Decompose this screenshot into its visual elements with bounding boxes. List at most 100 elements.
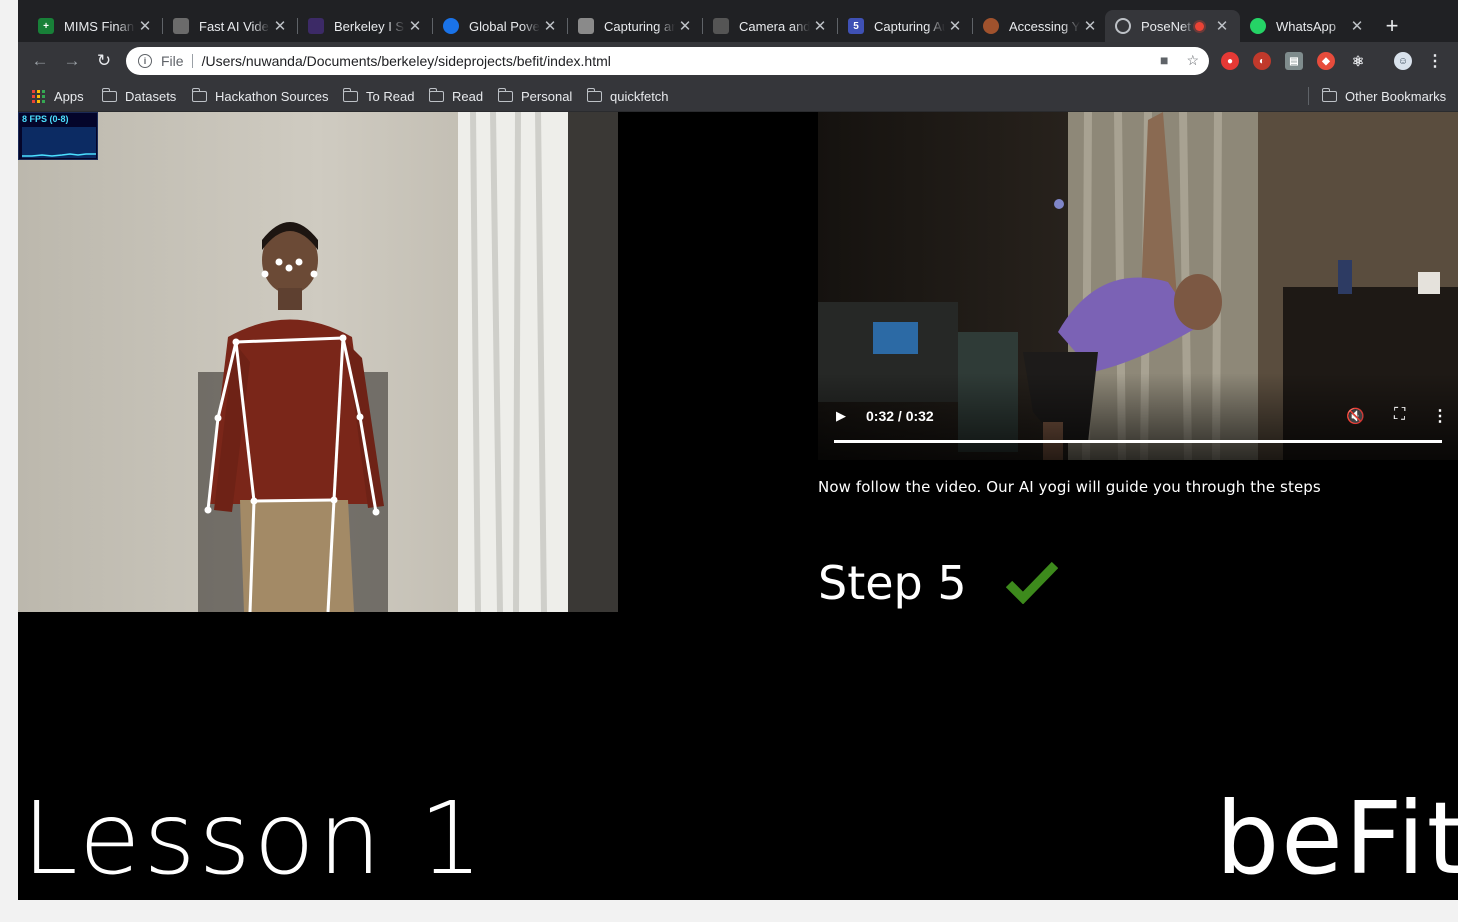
step-label: Step 5 xyxy=(818,556,967,610)
neck xyxy=(278,288,302,310)
folder-icon xyxy=(191,87,207,102)
owl-icon xyxy=(983,18,999,34)
back-arrow-icon[interactable]: ← xyxy=(28,49,52,73)
checkmark-icon xyxy=(1006,561,1058,604)
instruction-text: Now follow the video. Our AI yogi will g… xyxy=(818,478,1321,496)
menu-icon[interactable]: ⋮ xyxy=(1426,52,1444,70)
new-tab-button[interactable]: + xyxy=(1380,13,1404,38)
close-icon[interactable]: ✕ xyxy=(675,16,695,36)
tab-posenet[interactable]: PoseNet ✕ xyxy=(1105,10,1240,42)
camera-icon[interactable]: ■ xyxy=(1160,52,1168,69)
reload-icon[interactable]: ↻ xyxy=(92,49,116,73)
tab-mims-finance[interactable]: + MIMS Financ ✕ xyxy=(28,10,163,42)
bookmark-quickfetch[interactable]: quickfetch xyxy=(586,80,669,112)
trousers xyxy=(240,500,354,612)
info-icon[interactable]: i xyxy=(138,54,152,68)
fps-graph-line xyxy=(22,153,96,157)
folder-icon xyxy=(101,87,117,102)
tab-title: Accessing Y xyxy=(1009,18,1080,34)
tab-title: Capturing Au xyxy=(874,18,945,34)
tab-title: Camera and xyxy=(739,18,810,34)
bookmark-label: Apps xyxy=(54,88,84,104)
bookmark-label: Read xyxy=(452,88,484,104)
avatar[interactable]: ☺ xyxy=(1394,52,1412,70)
close-icon[interactable]: ✕ xyxy=(270,16,290,36)
folder-icon xyxy=(497,87,513,102)
close-icon[interactable]: ✕ xyxy=(1080,16,1100,36)
sheets-icon: + xyxy=(38,18,54,34)
bookmark-label: Other Bookmarks xyxy=(1345,88,1447,104)
close-icon[interactable]: ✕ xyxy=(1347,16,1367,36)
other-bookmarks[interactable]: Other Bookmarks xyxy=(1321,80,1447,112)
browser-window: + MIMS Financ ✕ Fast AI Video ✕ Berkeley… xyxy=(18,0,1458,900)
tab-fast-ai-video[interactable]: Fast AI Video ✕ xyxy=(163,10,298,42)
play-icon[interactable]: ▶ xyxy=(836,408,846,424)
url-scheme: File xyxy=(161,54,193,68)
webcam-scene xyxy=(18,112,618,612)
tab-berkeley[interactable]: Berkeley I Sc ✕ xyxy=(298,10,433,42)
tab-title: Global Pover xyxy=(469,18,540,34)
capture-icon xyxy=(578,18,594,34)
tab-capturing-ar[interactable]: Capturing ar ✕ xyxy=(568,10,703,42)
tab-title: Fast AI Video xyxy=(199,18,270,34)
bookmark-personal[interactable]: Personal xyxy=(497,80,573,112)
extension-icon[interactable]: ◐ xyxy=(1253,52,1271,70)
folder-icon xyxy=(428,87,444,102)
close-icon[interactable]: ✕ xyxy=(135,16,155,36)
bookmark-read[interactable]: Read xyxy=(428,80,484,112)
bookmark-to-read[interactable]: To Read xyxy=(342,80,415,112)
bookmark-hackathon-sources[interactable]: Hackathon Sources xyxy=(191,80,329,112)
fullscreen-icon[interactable]: ⛶ xyxy=(1394,406,1405,424)
tab-global-poverty[interactable]: Global Pover ✕ xyxy=(433,10,568,42)
bookmark-label: quickfetch xyxy=(610,88,669,104)
fps-graph xyxy=(22,127,96,158)
video-controls: ▶ 0:32 / 0:32 🔇 ⛶ ⋮ xyxy=(818,398,1458,460)
close-icon[interactable]: ✕ xyxy=(540,16,560,36)
url-text[interactable]: /Users/nuwanda/Documents/berkeley/sidepr… xyxy=(202,53,611,69)
tab-camera-and[interactable]: Camera and ✕ xyxy=(703,10,838,42)
window-frame xyxy=(568,112,618,612)
star-icon[interactable]: ☆ xyxy=(1186,52,1199,69)
bookmark-label: To Read xyxy=(366,88,415,104)
tab-title: Capturing ar xyxy=(604,18,675,34)
close-icon[interactable]: ✕ xyxy=(405,16,425,36)
page-icon xyxy=(173,18,189,34)
video-progress-bar[interactable] xyxy=(834,440,1442,443)
recording-icon xyxy=(1195,21,1204,31)
browser-toolbar: ← → ↻ i File /Users/nuwanda/Documents/be… xyxy=(18,42,1458,80)
globe-icon xyxy=(443,18,459,34)
tab-accessing[interactable]: Accessing Y ✕ xyxy=(973,10,1108,42)
close-icon[interactable]: ✕ xyxy=(945,16,965,36)
tab-title: MIMS Financ xyxy=(64,18,135,34)
tab-strip: + MIMS Financ ✕ Fast AI Video ✕ Berkeley… xyxy=(18,0,1458,42)
extension-icon[interactable]: ● xyxy=(1221,52,1239,70)
close-icon[interactable]: ✕ xyxy=(810,16,830,36)
bookmark-label: Personal xyxy=(521,88,573,104)
whatsapp-icon xyxy=(1250,18,1266,34)
html5-icon: 5 xyxy=(848,18,864,34)
bookmark-datasets[interactable]: Datasets xyxy=(101,80,176,112)
lesson-title: Lesson 1 xyxy=(22,780,486,897)
more-options-icon[interactable]: ⋮ xyxy=(1432,406,1448,426)
tab-whatsapp[interactable]: WhatsApp ✕ xyxy=(1240,10,1375,42)
shield-icon[interactable]: ◆ xyxy=(1317,52,1335,70)
forward-arrow-icon[interactable]: → xyxy=(60,49,84,73)
bookmarks-divider xyxy=(1308,87,1309,105)
brand-logo-text: beFit xyxy=(1215,780,1458,897)
tab-title: Berkeley I Sc xyxy=(334,18,405,34)
bookmark-apps[interactable]: Apps xyxy=(32,80,84,112)
mute-icon[interactable]: 🔇 xyxy=(1346,407,1365,425)
react-icon[interactable]: ⚛ xyxy=(1349,52,1367,70)
apps-grid-icon xyxy=(32,89,45,103)
fps-stats-panel[interactable]: 8 FPS (0-8) xyxy=(18,112,98,160)
video-time: 0:32 / 0:32 xyxy=(866,408,934,424)
bookmarks-bar: Apps Datasets Hackathon Sources To Read … xyxy=(18,80,1458,112)
address-bar[interactable]: i File /Users/nuwanda/Documents/berkeley… xyxy=(126,47,1209,75)
bookmark-label: Hackathon Sources xyxy=(215,88,329,104)
webcam-canvas xyxy=(18,112,618,612)
close-icon[interactable]: ✕ xyxy=(1212,16,1232,36)
tab-title: WhatsApp xyxy=(1276,18,1336,34)
folder-icon xyxy=(1321,87,1337,102)
tab-capturing-au[interactable]: 5 Capturing Au ✕ xyxy=(838,10,973,42)
extension-icon[interactable]: ▤ xyxy=(1285,52,1303,70)
